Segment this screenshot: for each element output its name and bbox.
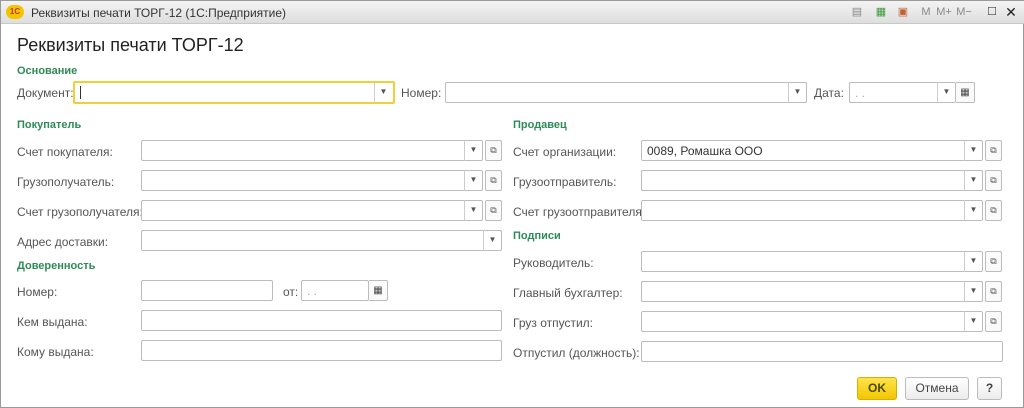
field-input[interactable]: [641, 281, 983, 302]
field-input[interactable]: [141, 200, 483, 221]
field-input[interactable]: [641, 251, 983, 272]
memory-plus-button[interactable]: M+: [935, 4, 953, 20]
open-icon[interactable]: ⧉: [985, 281, 1002, 302]
calendar-icon[interactable]: ▦: [956, 82, 975, 103]
open-icon[interactable]: ⧉: [985, 251, 1002, 272]
title-bar: 1С Реквизиты печати ТОРГ-12 (1С:Предприя…: [1, 1, 1024, 24]
field-label: Груз отпустил:: [513, 316, 594, 330]
open-icon[interactable]: ⧉: [985, 170, 1002, 191]
field-input[interactable]: [141, 140, 483, 161]
chevron-down-icon[interactable]: ▼: [483, 230, 501, 251]
cancel-button[interactable]: Отмена: [905, 377, 969, 400]
chevron-down-icon[interactable]: ▼: [464, 200, 482, 221]
chevron-down-icon[interactable]: ▼: [464, 140, 482, 161]
calculator-icon[interactable]: ▦: [873, 4, 889, 20]
chevron-down-icon[interactable]: ▼: [374, 82, 392, 103]
page-title: Реквизиты печати ТОРГ-12: [17, 35, 244, 55]
field-label: Руководитель:: [513, 256, 594, 270]
field-label: Счет грузоотправителя:: [513, 205, 646, 219]
field-input[interactable]: [641, 311, 983, 332]
number-label: Номер:: [401, 86, 442, 100]
field-label: Главный бухгалтер:: [513, 286, 623, 300]
field-label: Грузополучатель:: [17, 175, 115, 189]
field-label: Счет организации:: [513, 145, 617, 159]
chevron-down-icon[interactable]: ▼: [964, 200, 982, 221]
open-icon[interactable]: ⧉: [485, 170, 502, 191]
field-input[interactable]: [641, 341, 1003, 362]
field-label: Грузоотправитель:: [513, 175, 617, 189]
field-label: Счет покупателя:: [17, 145, 113, 159]
document-label: Документ:: [17, 86, 74, 100]
calendar-icon[interactable]: ▦: [369, 280, 388, 301]
memory-minus-button[interactable]: M−: [955, 4, 973, 20]
field-input[interactable]: [141, 230, 502, 251]
chevron-down-icon[interactable]: ▼: [964, 251, 982, 272]
chevron-down-icon[interactable]: ▼: [464, 170, 482, 191]
issued-to-field[interactable]: [141, 340, 502, 361]
open-icon[interactable]: ⧉: [485, 140, 502, 161]
open-icon[interactable]: ⧉: [985, 200, 1002, 221]
maximize-icon[interactable]: ☐: [984, 4, 1000, 20]
group-basis: Основание: [17, 65, 78, 77]
group-buyer: Покупатель: [17, 119, 82, 131]
field-label: Адрес доставки:: [17, 235, 109, 249]
proxy-number-label: Номер:: [17, 285, 58, 299]
window-title: Реквизиты печати ТОРГ-12 (1С:Предприятие…: [31, 6, 287, 20]
chevron-down-icon[interactable]: ▼: [964, 311, 982, 332]
field-input[interactable]: [641, 170, 983, 191]
ok-button[interactable]: OK: [857, 377, 897, 400]
chevron-down-icon[interactable]: ▼: [788, 82, 806, 103]
number-field[interactable]: [445, 82, 807, 103]
help-button[interactable]: ?: [977, 377, 1002, 400]
chevron-down-icon[interactable]: ▼: [937, 82, 955, 103]
memory-button[interactable]: M: [919, 4, 933, 20]
field-label: Счет грузополучателя:: [17, 205, 143, 219]
chevron-down-icon[interactable]: ▼: [964, 140, 982, 161]
issued-by-label: Кем выдана:: [17, 315, 88, 329]
group-seller: Продавец: [513, 119, 567, 131]
calendar-icon[interactable]: ▣: [895, 4, 911, 20]
field-input[interactable]: 0089, Ромашка ООО: [641, 140, 983, 161]
open-icon[interactable]: ⧉: [985, 140, 1002, 161]
field-input[interactable]: [641, 200, 983, 221]
chevron-down-icon[interactable]: ▼: [964, 281, 982, 302]
print-icon[interactable]: ▤: [849, 4, 865, 20]
field-label: Отпустил (должность):: [513, 346, 640, 360]
proxy-number-field[interactable]: [141, 280, 273, 301]
app-logo-icon: 1С: [6, 5, 24, 19]
proxy-from-label: от:: [283, 285, 299, 299]
group-proxy: Доверенность: [17, 260, 96, 272]
close-icon[interactable]: ✕: [1003, 4, 1019, 20]
field-input[interactable]: [141, 170, 483, 191]
proxy-date-field[interactable]: . .: [301, 280, 369, 301]
date-label: Дата:: [814, 86, 844, 100]
document-field[interactable]: [73, 81, 395, 104]
group-signatures: Подписи: [513, 230, 561, 242]
open-icon[interactable]: ⧉: [485, 200, 502, 221]
chevron-down-icon[interactable]: ▼: [964, 170, 982, 191]
issued-to-label: Кому выдана:: [17, 345, 94, 359]
open-icon[interactable]: ⧉: [985, 311, 1002, 332]
issued-by-field[interactable]: [141, 310, 502, 331]
